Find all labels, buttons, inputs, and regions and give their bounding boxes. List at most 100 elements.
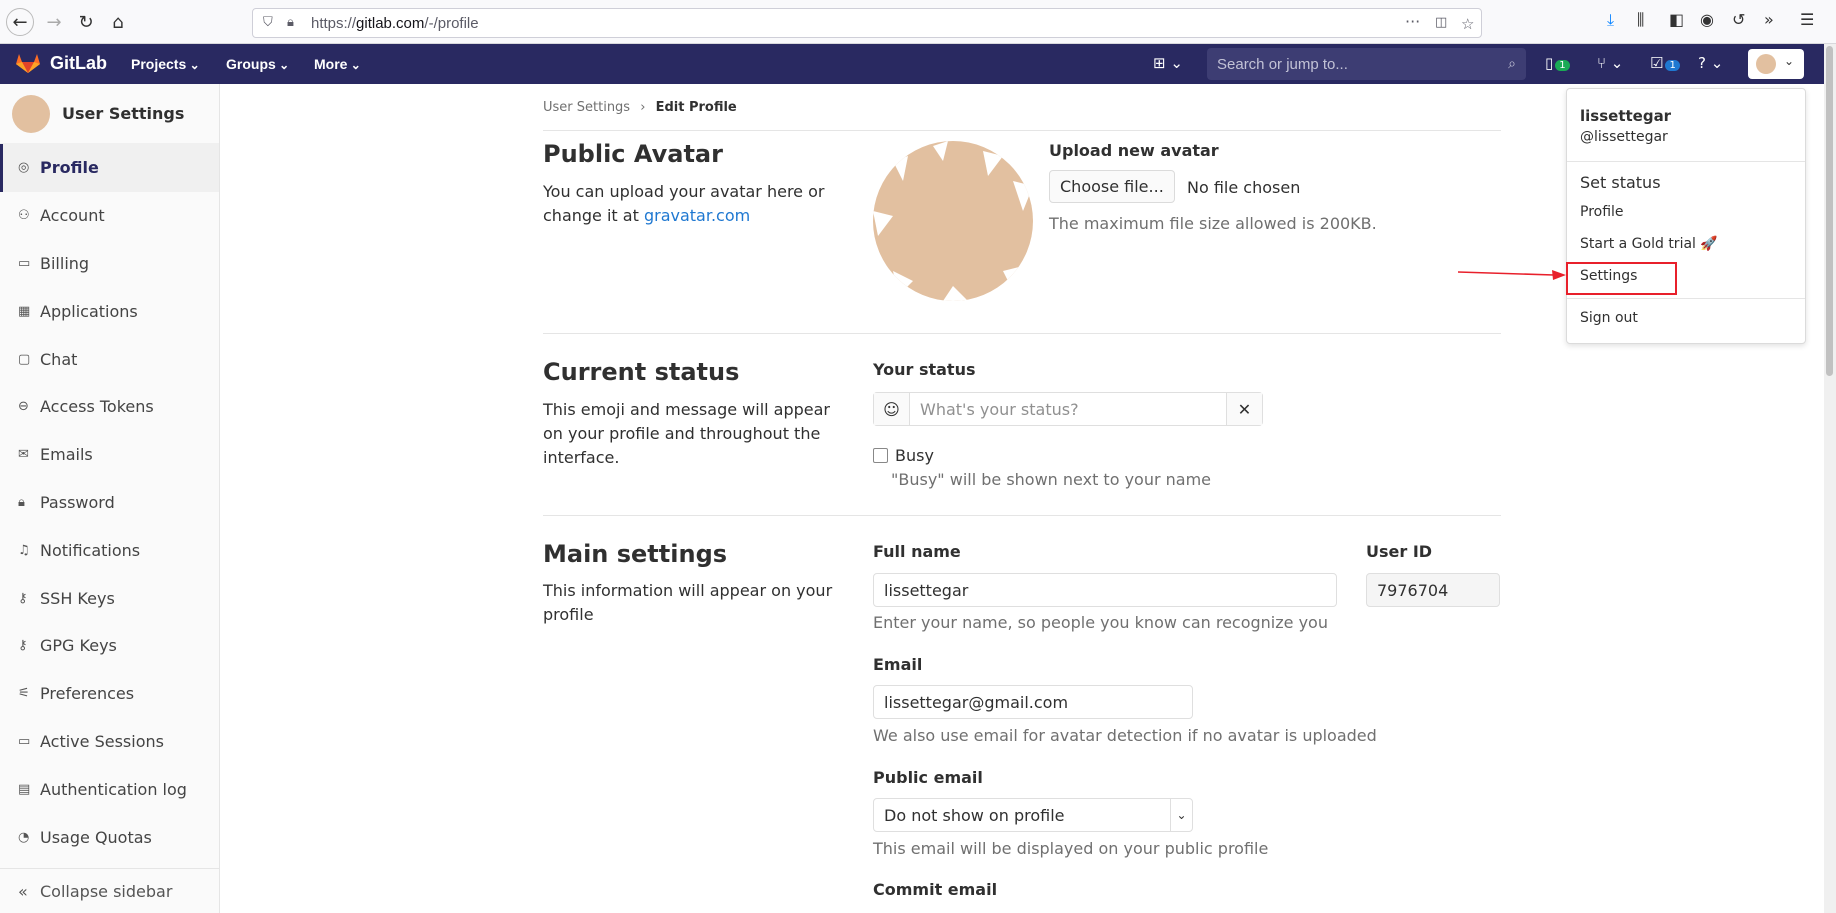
- your-status-label: Your status: [873, 360, 976, 379]
- sidebar-item-usage-quotas[interactable]: ◔ Usage Quotas: [0, 813, 219, 861]
- sidebar-item-ssh-keys[interactable]: ⚷ SSH Keys: [0, 574, 219, 622]
- sidebar-item-label: Password: [40, 492, 115, 512]
- overflow-icon[interactable]: »: [1764, 10, 1774, 29]
- sidebar-item-profile[interactable]: ◎ Profile: [0, 144, 219, 192]
- dropdown-handle[interactable]: @lissettegar: [1580, 129, 1668, 145]
- breadcrumb-parent[interactable]: User Settings: [543, 100, 630, 115]
- sidebar-item-label: GPG Keys: [40, 636, 117, 656]
- divider: [543, 515, 1501, 516]
- sidebar-item-access-tokens[interactable]: ⊖ Access Tokens: [0, 383, 219, 431]
- avatar: [1756, 54, 1776, 74]
- menu-item-gold-trial[interactable]: Start a Gold trial 🚀: [1580, 236, 1718, 252]
- full-name-field[interactable]: lissettegar: [873, 573, 1337, 607]
- public-email-label: Public email: [873, 768, 983, 787]
- sidebar-item-active-sessions[interactable]: ▭ Active Sessions: [0, 718, 219, 766]
- sidebar-header[interactable]: User Settings: [0, 84, 219, 144]
- home-icon[interactable]: ⌂: [104, 8, 132, 36]
- annotation-highlight-box: [1566, 262, 1677, 295]
- breadcrumb: User Settings › Edit Profile: [543, 100, 737, 115]
- menu-icon[interactable]: ☰: [1800, 10, 1814, 29]
- reload-icon[interactable]: ↻: [72, 8, 100, 36]
- menu-item-set-status[interactable]: Set status: [1580, 173, 1661, 192]
- gitlab-logo[interactable]: GitLab: [16, 52, 107, 74]
- sidebar-item-applications[interactable]: ▦ Applications: [0, 287, 219, 335]
- email-help: We also use email for avatar detection i…: [873, 726, 1377, 745]
- sidebar-item-password[interactable]: 🔒︎ Password: [0, 479, 219, 527]
- forward-icon[interactable]: →: [40, 8, 68, 36]
- sidebar-item-emails[interactable]: ✉ Emails: [0, 431, 219, 479]
- scrollbar[interactable]: [1824, 44, 1836, 913]
- section-title-main: Main settings: [543, 540, 728, 568]
- sidebar-item-label: Authentication log: [40, 779, 187, 799]
- status-input[interactable]: What's your status?: [920, 400, 1079, 419]
- more-icon[interactable]: ···: [1405, 12, 1420, 31]
- download-icon[interactable]: ⤓: [1607, 10, 1614, 30]
- clear-status-icon[interactable]: ✕: [1226, 393, 1262, 425]
- pocket-icon[interactable]: ◫: [1435, 15, 1447, 30]
- sidebar-item-label: Applications: [40, 301, 138, 321]
- todos-icon[interactable]: ☑ 1: [1650, 54, 1680, 72]
- new-item-icon[interactable]: ⊞ ⌄: [1153, 54, 1183, 72]
- full-name-help: Enter your name, so people you know can …: [873, 613, 1328, 632]
- sidebar-item-chat[interactable]: ▢ Chat: [0, 335, 219, 383]
- todos-badge: 1: [1665, 60, 1680, 71]
- public-email-value: Do not show on profile: [884, 806, 1065, 825]
- search-input[interactable]: Search or jump to... ⌕: [1207, 48, 1526, 80]
- nav-projects[interactable]: Projects: [131, 56, 200, 72]
- sidebar-item-gpg-keys[interactable]: ⚷ GPG Keys: [0, 622, 219, 670]
- quota-icon: ◔: [18, 829, 30, 845]
- user-id-field[interactable]: 7976704: [1366, 573, 1500, 607]
- sidebar-item-label: Account: [40, 206, 105, 226]
- star-icon[interactable]: ☆: [1461, 15, 1474, 33]
- sidebar-list: ◎ Profile ⚇ Account ▭ Billing ▦ Applications ▢ Ch…: [0, 144, 219, 861]
- sidebar-item-preferences[interactable]: ⚟ Preferences: [0, 670, 219, 718]
- library-icon[interactable]: ⫼: [1637, 10, 1644, 30]
- menu-item-sign-out[interactable]: Sign out: [1580, 310, 1638, 326]
- divider: [543, 333, 1501, 334]
- busy-checkbox[interactable]: [873, 448, 888, 463]
- gitlab-fox-icon: [16, 54, 40, 73]
- key-icon: ⚷: [18, 590, 28, 606]
- shield-icon[interactable]: ⛉: [263, 15, 273, 30]
- avatar: [12, 94, 50, 133]
- sidebar-item-account[interactable]: ⚇ Account: [0, 192, 219, 240]
- sidebar-item-authentication-log[interactable]: ▤ Authentication log: [0, 765, 219, 813]
- divider: [1567, 161, 1805, 162]
- choose-file-button[interactable]: Choose file...: [1049, 170, 1175, 203]
- public-email-select[interactable]: Do not show on profile ⌄: [873, 798, 1193, 832]
- sidebar-item-billing[interactable]: ▭ Billing: [0, 240, 219, 288]
- log-icon: ▤: [18, 781, 31, 797]
- user-menu-button[interactable]: ⌄: [1748, 49, 1804, 79]
- token-icon: ⊖: [18, 399, 29, 415]
- nav-groups[interactable]: Groups: [226, 56, 289, 72]
- url-prefix: https://: [311, 14, 357, 32]
- section-title-status: Current status: [543, 358, 740, 386]
- search-icon: ⌕: [1508, 55, 1516, 71]
- account-icon[interactable]: ◉: [1700, 10, 1714, 29]
- sidebar-item-notifications[interactable]: ♫ Notifications: [0, 526, 219, 574]
- sidebar-item-label: Chat: [40, 349, 78, 369]
- profile-avatar-image: [873, 141, 1033, 301]
- address-bar[interactable]: ⛉ 🔒︎ https://gitlab.com/-/profile ··· ◫ …: [252, 8, 1482, 38]
- applications-icon: ▦: [18, 303, 31, 319]
- sidebar-item-label: Billing: [40, 253, 90, 273]
- menu-item-profile[interactable]: Profile: [1580, 204, 1624, 220]
- busy-help: "Busy" will be shown next to your name: [891, 470, 1212, 489]
- full-name-label: Full name: [873, 542, 961, 561]
- scrollbar-thumb[interactable]: [1826, 46, 1833, 376]
- help-icon[interactable]: ? ⌄: [1698, 54, 1723, 72]
- merge-requests-icon[interactable]: ⑂ ⌄: [1597, 54, 1623, 72]
- dropdown-username[interactable]: lissettegar: [1580, 107, 1671, 125]
- email-label: Email: [873, 655, 923, 674]
- emoji-picker-icon[interactable]: ☺: [874, 393, 910, 425]
- issues-icon[interactable]: ▯ 1: [1545, 54, 1570, 72]
- lock-icon: 🔒︎: [18, 494, 25, 510]
- nav-more[interactable]: More: [314, 56, 361, 72]
- sidebar-icon[interactable]: ◧: [1669, 10, 1684, 29]
- gravatar-link[interactable]: gravatar.com: [644, 206, 750, 225]
- email-field[interactable]: lissettegar@gmail.com: [873, 685, 1193, 719]
- back-icon[interactable]: ←: [6, 8, 34, 36]
- divider: [543, 130, 1501, 131]
- collapse-sidebar-button[interactable]: « Collapse sidebar: [0, 868, 219, 913]
- history-icon[interactable]: ↺: [1732, 10, 1745, 29]
